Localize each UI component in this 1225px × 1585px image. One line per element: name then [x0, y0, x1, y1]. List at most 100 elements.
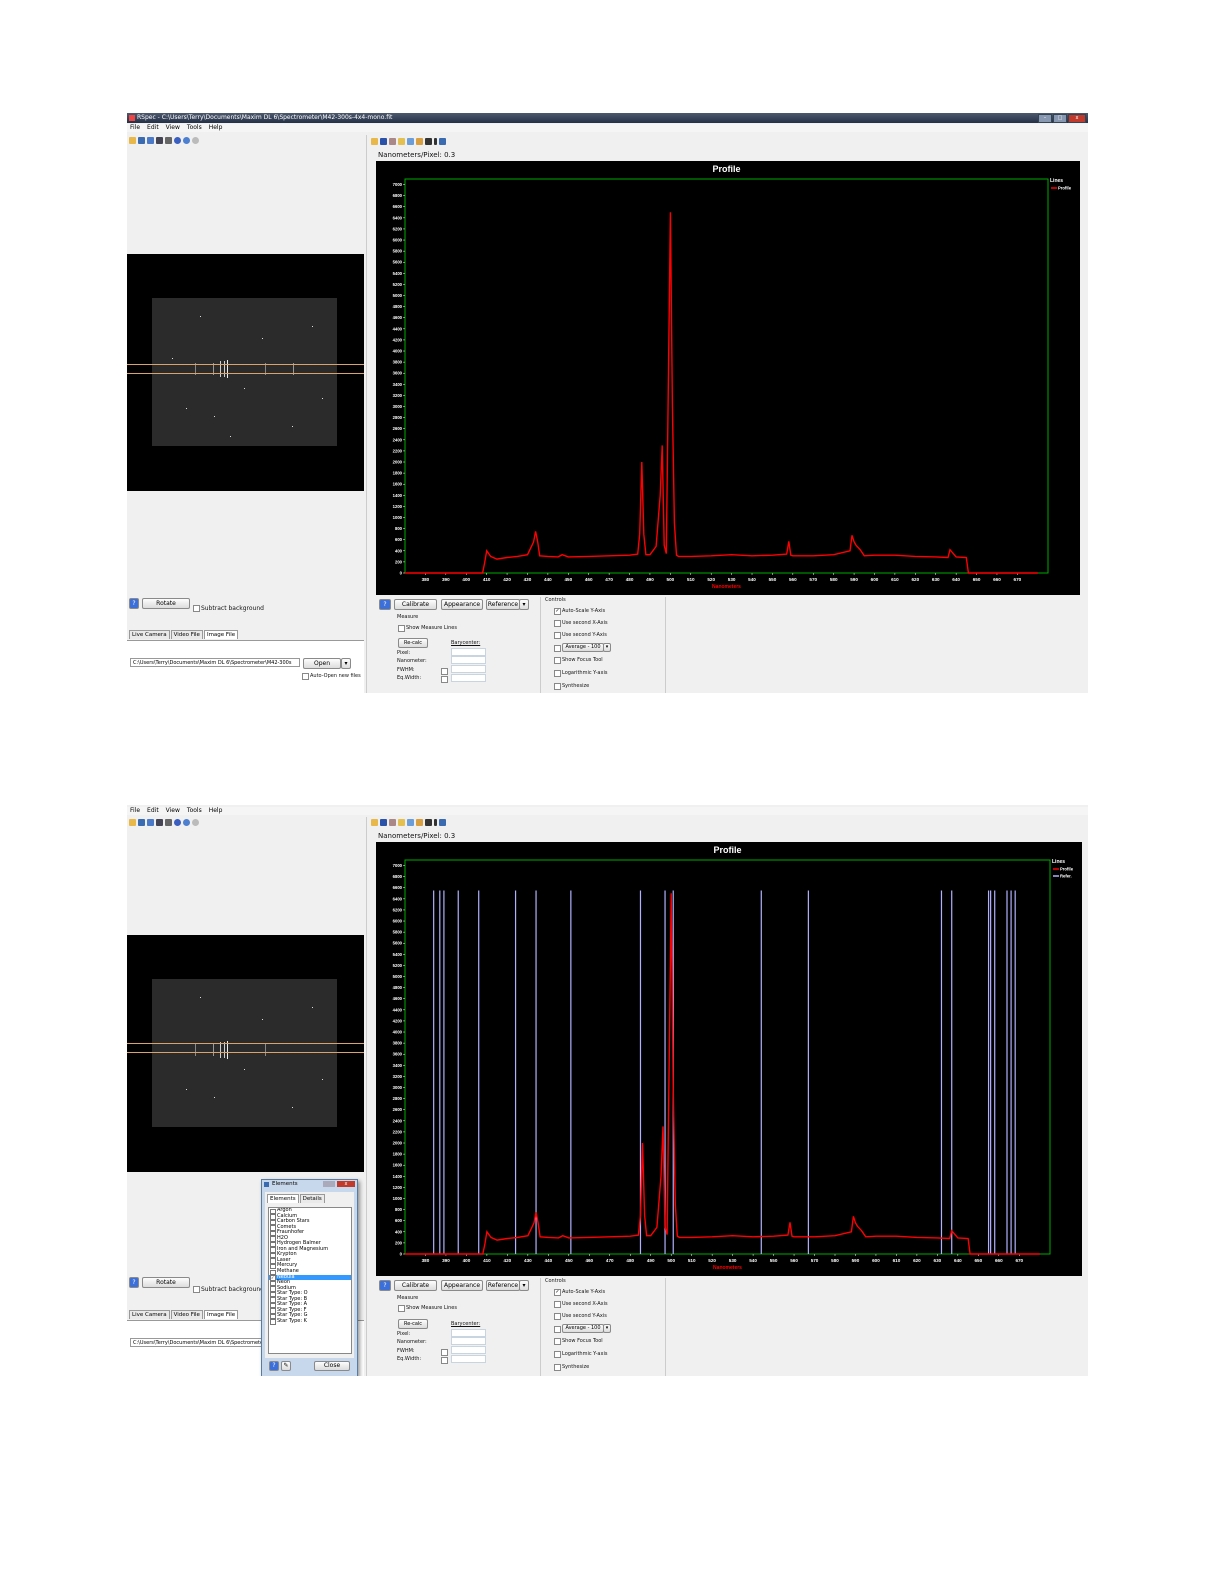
image-view[interactable] [127, 935, 364, 1172]
rotate-button[interactable]: Rotate [142, 1277, 190, 1288]
zoom-icon[interactable] [183, 137, 190, 144]
video-icon[interactable] [147, 137, 154, 144]
synthesize-checkbox[interactable] [554, 1364, 561, 1371]
eqwidth-field[interactable] [451, 1355, 486, 1363]
menu-tools[interactable]: Tools [187, 124, 202, 132]
open-button[interactable]: Open [303, 658, 341, 669]
element-list-item[interactable]: Star Type: K [269, 1318, 351, 1325]
crop-icon[interactable] [389, 138, 396, 145]
open-folder-icon[interactable] [129, 819, 136, 826]
image-view[interactable] [127, 254, 364, 491]
camera-icon[interactable] [138, 819, 145, 826]
export-icon[interactable] [416, 819, 423, 826]
nanometer-field[interactable] [451, 1337, 486, 1345]
auto-scale-checkbox[interactable]: ✓ [554, 1289, 561, 1296]
maximize-button[interactable]: □ [1053, 114, 1067, 123]
axis-icon[interactable] [439, 138, 446, 145]
globe-icon[interactable] [174, 137, 181, 144]
slit-line-top[interactable] [127, 1043, 364, 1044]
average-checkbox[interactable] [554, 1326, 561, 1333]
element-checkbox[interactable] [270, 1319, 276, 1325]
help-icon[interactable]: ? [379, 1280, 391, 1291]
profile-chart[interactable]: Profile 0 200 400 600 800 1000 1200 1400 1600 1800… [376, 842, 1082, 1276]
second-y-checkbox[interactable] [554, 632, 561, 639]
reference-dropdown-button[interactable]: ▾ [519, 1280, 529, 1291]
tab-image-file[interactable]: Image File [203, 1310, 239, 1319]
average-button[interactable]: Average - 100 [562, 643, 604, 652]
average-dropdown[interactable]: ▾ [603, 1324, 611, 1333]
help-icon[interactable]: ? [129, 1277, 139, 1288]
pixel-field[interactable] [451, 648, 486, 656]
save-icon[interactable] [380, 138, 387, 145]
slit-line-bottom[interactable] [127, 373, 364, 374]
splitter[interactable] [366, 135, 367, 693]
settings-icon[interactable] [192, 819, 199, 826]
menu-help[interactable]: Help [209, 807, 223, 815]
tab-image-file[interactable]: Image File [203, 630, 239, 639]
menu-tools[interactable]: Tools [187, 807, 202, 815]
reference-dropdown-button[interactable]: ▾ [519, 599, 529, 610]
nanometer-field[interactable] [451, 656, 486, 664]
elements-dialog[interactable]: Elements x Elements Details Argon Calcium… [261, 1179, 358, 1376]
help-icon[interactable]: ? [379, 599, 391, 610]
minimize-button[interactable]: – [1038, 114, 1052, 123]
recalc-button[interactable]: Re-calc [398, 638, 428, 648]
dialog-close-icon[interactable]: x [337, 1181, 355, 1187]
show-measure-lines-checkbox[interactable] [398, 625, 405, 632]
menu-help[interactable]: Help [209, 124, 223, 132]
tab-live-camera[interactable]: Live Camera [129, 630, 170, 639]
subtract-background-checkbox[interactable] [193, 1286, 200, 1293]
pixel-field[interactable] [451, 1329, 486, 1337]
fwhm-field[interactable] [451, 665, 486, 673]
average-checkbox[interactable] [554, 645, 561, 652]
tool-icon[interactable] [156, 137, 163, 144]
tab-video-file[interactable]: Video File [170, 630, 203, 639]
slit-line-bottom[interactable] [127, 1052, 364, 1053]
average-dropdown[interactable]: ▾ [603, 643, 611, 652]
profile-chart-svg[interactable]: Profile 0 200 400 600 800 1000 1200 1400 1600 1800… [376, 842, 1082, 1276]
menu-edit[interactable]: Edit [147, 124, 159, 132]
calculator-icon[interactable] [165, 137, 172, 144]
second-x-checkbox[interactable] [554, 1301, 561, 1308]
open-icon[interactable] [371, 819, 378, 826]
menu-file[interactable]: File [130, 807, 140, 815]
dialog-edit-icon[interactable]: ✎ [281, 1361, 291, 1371]
fwhm-field[interactable] [451, 1346, 486, 1354]
print-icon[interactable] [407, 138, 414, 145]
open-folder-icon[interactable] [129, 137, 136, 144]
menu-file[interactable]: File [130, 124, 140, 132]
dialog-close-button[interactable]: Close [314, 1361, 350, 1371]
eqwidth-checkbox[interactable] [441, 1357, 448, 1364]
globe-icon[interactable] [174, 819, 181, 826]
close-button[interactable]: x [1068, 114, 1086, 123]
average-button[interactable]: Average - 100 [562, 1324, 604, 1333]
export-icon[interactable] [416, 138, 423, 145]
help-icon[interactable]: ? [129, 598, 139, 609]
bars-icon[interactable] [425, 819, 432, 826]
menu-view[interactable]: View [166, 807, 180, 815]
cursor-icon[interactable] [434, 819, 437, 826]
print-icon[interactable] [407, 819, 414, 826]
tab-live-camera[interactable]: Live Camera [129, 1310, 170, 1319]
reference-button[interactable]: Reference [486, 1280, 520, 1291]
menu-edit[interactable]: Edit [147, 807, 159, 815]
zoom-icon[interactable] [183, 819, 190, 826]
tab-details[interactable]: Details [299, 1194, 325, 1203]
file-path-combo[interactable]: C:\Users\Terry\Documents\Maxim DL 6\Spec… [130, 1338, 270, 1347]
camera-icon[interactable] [138, 137, 145, 144]
auto-open-checkbox[interactable] [302, 673, 309, 680]
profile-chart-svg[interactable]: Profile 0 200 400 600 800 1000 1200 1400 1600 1800… [376, 161, 1080, 595]
elements-list[interactable]: Argon Calcium Carbon Stars Comets Fraunhofer… [268, 1207, 352, 1354]
open-dropdown-button[interactable]: ▾ [341, 658, 351, 669]
dialog-help-icon[interactable]: ? [269, 1361, 279, 1371]
copy-icon[interactable] [398, 138, 405, 145]
reference-button[interactable]: Reference [486, 599, 520, 610]
appearance-button[interactable]: Appearance [441, 599, 483, 610]
rotate-button[interactable]: Rotate [142, 598, 190, 609]
crop-icon[interactable] [389, 819, 396, 826]
log-y-checkbox[interactable] [554, 1351, 561, 1358]
open-icon[interactable] [371, 138, 378, 145]
fwhm-checkbox[interactable] [441, 668, 448, 675]
show-measure-lines-checkbox[interactable] [398, 1305, 405, 1312]
copy-icon[interactable] [398, 819, 405, 826]
